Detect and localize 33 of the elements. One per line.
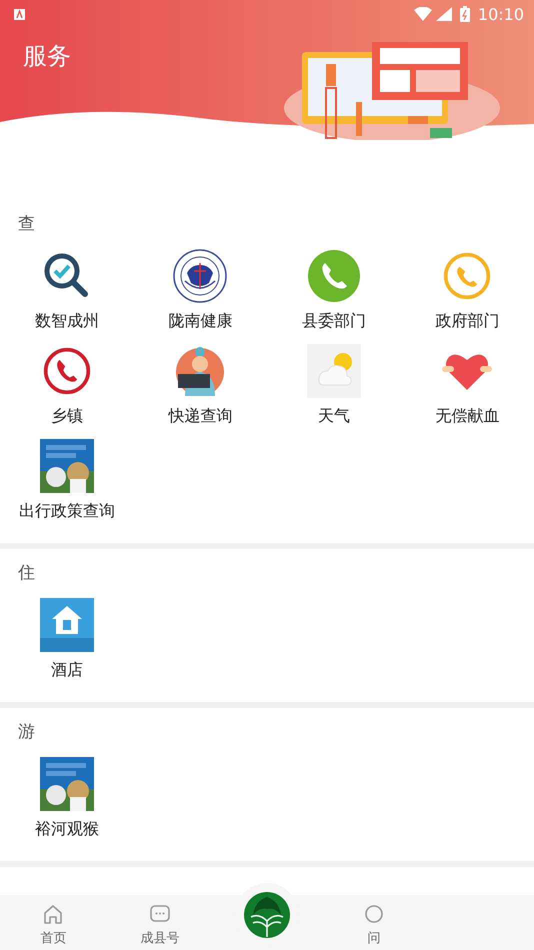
service-item[interactable]: 乡镇 [50,406,83,426]
wifi-icon [414,7,432,21]
question-icon [362,903,385,925]
phone-icon [306,249,361,303]
tab-item[interactable]: 问 [320,895,428,950]
page-title: 服务 [23,41,71,72]
hotel-icon [40,598,94,652]
phone-icon [42,346,92,396]
chat-icon [149,903,172,925]
notification-icon [14,8,25,20]
service-item[interactable]: 天气 [318,406,350,426]
service-item[interactable]: 县委部门 [302,311,366,331]
weather-icon [306,344,361,398]
service-item[interactable]: 裕河观猴 [34,819,99,839]
service-item[interactable]: 政府部门 [435,311,500,331]
section-title: 查 [17,214,36,234]
tab-item[interactable]: 成县号 [106,895,214,950]
phone-icon [442,251,492,301]
service-item[interactable]: 数智成州 [34,311,99,331]
service-item[interactable]: 无偿献血 [435,406,500,426]
service-item[interactable]: 酒店 [50,660,83,680]
status-time: 10:10 [478,4,524,24]
tab-item[interactable]: 首页 [0,895,107,950]
home-icon [42,903,64,925]
emblem-icon [173,249,228,303]
service-item[interactable]: 快递查询 [168,406,232,426]
service-item[interactable]: 陇南健康 [168,311,232,331]
service-item[interactable]: 出行政策查询 [18,501,115,521]
logo-icon [242,891,291,939]
section-title: 游 [17,722,36,742]
battery-icon [460,6,470,22]
section-title: 住 [17,563,36,583]
signal-icon [436,7,452,21]
